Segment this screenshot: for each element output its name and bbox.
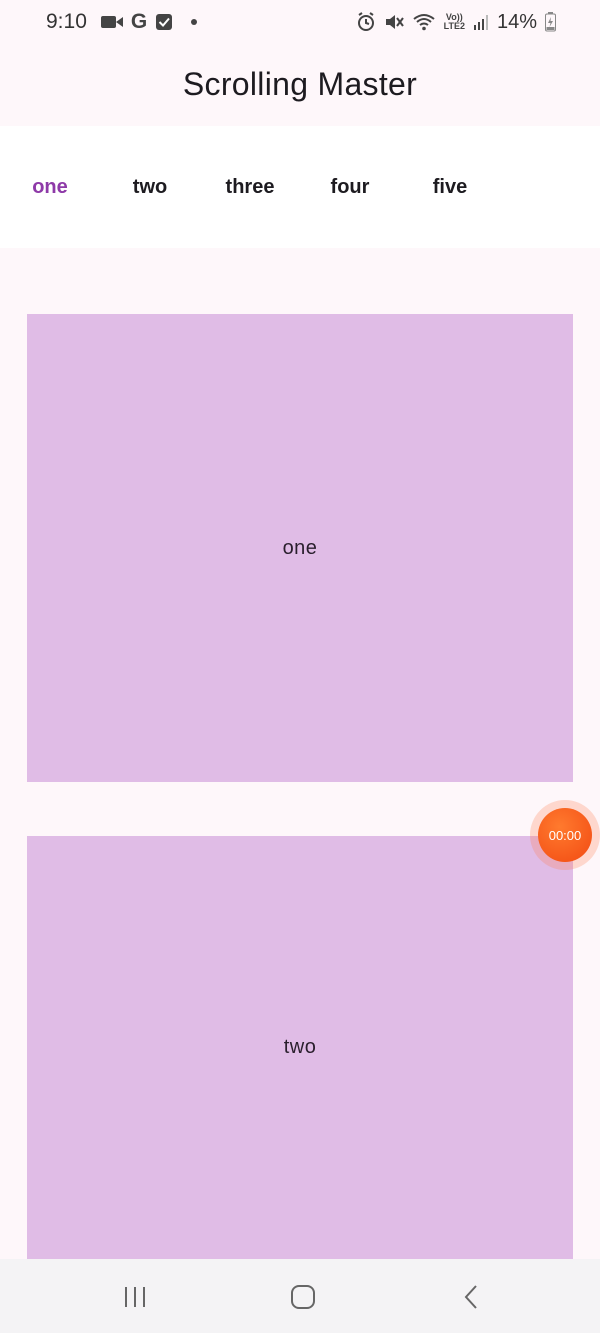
- video-camera-icon: [100, 12, 123, 32]
- volte-bottom-label: LTE2: [443, 21, 465, 31]
- page-title: Scrolling Master: [182, 65, 418, 102]
- section-card-one: one: [27, 314, 573, 782]
- back-button[interactable]: [451, 1277, 491, 1317]
- tab-one[interactable]: one: [0, 126, 100, 248]
- battery-percent: 14%: [496, 10, 537, 33]
- status-right-group: Vo)) LTE2 14%: [356, 11, 556, 34]
- tab-four[interactable]: four: [300, 126, 400, 248]
- volte-indicator: Vo)) LTE2: [444, 12, 465, 32]
- status-left-group: 9:10 G: [46, 10, 198, 34]
- tab-two[interactable]: two: [100, 126, 200, 248]
- recording-timer-face: 00:00: [538, 808, 592, 862]
- checkbox-icon: [155, 12, 173, 32]
- system-nav-bar: [0, 1259, 600, 1333]
- status-bar: 9:10 G Vo)) LTE2 14%: [0, 0, 600, 44]
- tab-three[interactable]: three: [200, 126, 300, 248]
- alarm-icon: [356, 12, 376, 32]
- home-button[interactable]: [283, 1277, 323, 1317]
- back-icon: [464, 1285, 477, 1309]
- wifi-icon: [412, 12, 436, 32]
- section-card-two: two: [27, 836, 573, 1259]
- section-card-label: one: [282, 536, 318, 559]
- tab-bar: one two three four five: [0, 126, 600, 248]
- tab-five[interactable]: five: [400, 126, 500, 248]
- battery-charging-icon: [545, 12, 556, 32]
- google-icon: G: [130, 10, 148, 33]
- recent-apps-button[interactable]: [115, 1277, 155, 1317]
- mute-icon: [384, 12, 404, 32]
- status-time: 9:10: [46, 10, 87, 33]
- section-card-label: two: [283, 1036, 317, 1058]
- recent-apps-icon: [125, 1287, 145, 1307]
- recording-timer-button[interactable]: 00:00: [530, 800, 600, 870]
- app-bar: Scrolling Master: [0, 44, 600, 124]
- dot-icon: [191, 19, 198, 25]
- home-icon: [291, 1285, 315, 1309]
- signal-icon: [473, 12, 489, 32]
- recording-timer-label: 00:00: [548, 827, 582, 843]
